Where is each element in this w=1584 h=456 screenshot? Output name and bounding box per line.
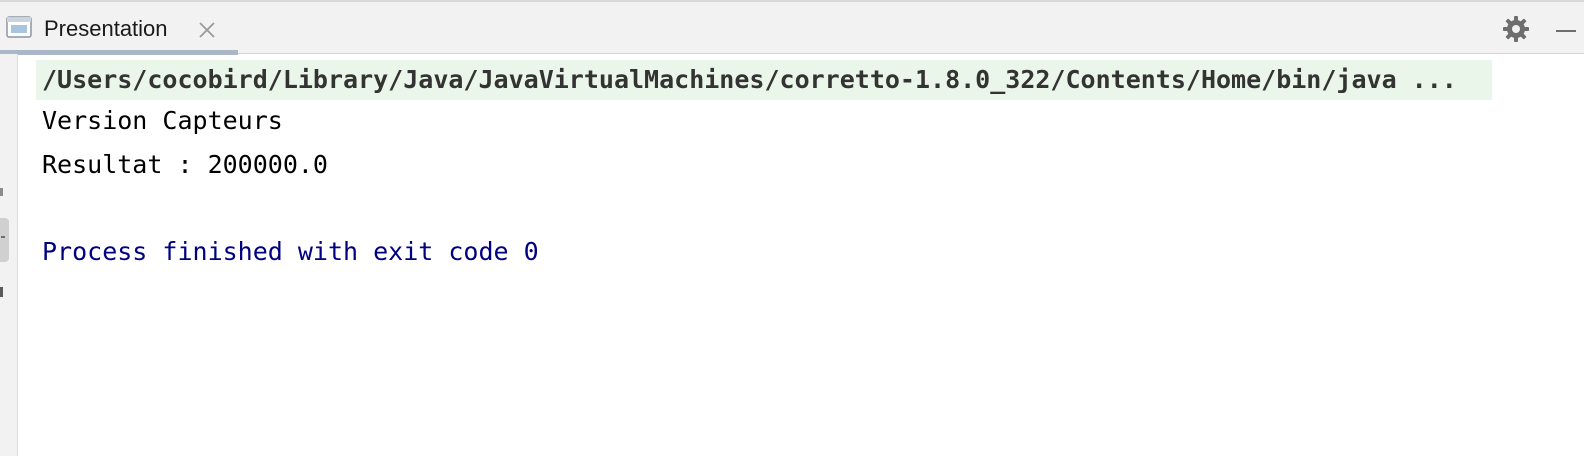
gutter-handle[interactable] (0, 218, 9, 262)
console-output[interactable]: /Users/cocobird/Library/Java/JavaVirtual… (18, 54, 1584, 456)
tab-label: Presentation (44, 16, 168, 41)
console-output-line: Version Capteurs (42, 106, 283, 135)
gutter-marker (0, 287, 3, 297)
close-icon[interactable] (196, 19, 218, 41)
gutter-marker (1, 236, 5, 238)
command-line[interactable]: /Users/cocobird/Library/Java/JavaVirtual… (36, 60, 1492, 100)
gutter-marker (0, 188, 3, 196)
tab-bar: Presentation (0, 0, 1584, 55)
gear-icon[interactable] (1502, 15, 1530, 43)
tab-presentation[interactable]: Presentation (0, 2, 238, 55)
run-tool-window: Presentation /Users/cocobird/Library/Jav… (0, 0, 1584, 456)
exit-code-message: Process finished with exit code 0 (42, 237, 539, 266)
console-gutter (0, 54, 18, 456)
minimize-icon[interactable] (1556, 30, 1576, 32)
console-output-line: Resultat : 200000.0 (42, 150, 328, 179)
console-window-icon (6, 16, 32, 38)
